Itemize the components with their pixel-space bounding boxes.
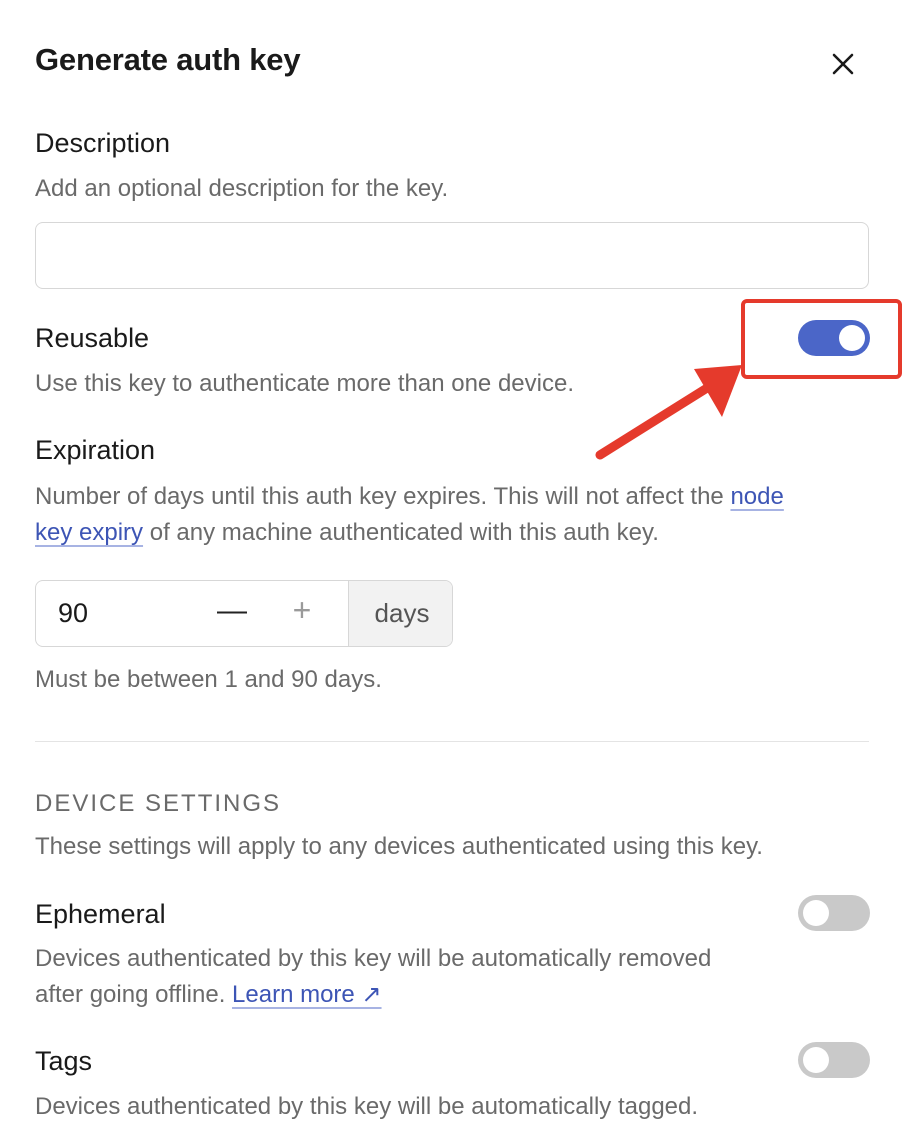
- expiration-help-text-cont: of any machine authenticated with this a…: [143, 519, 659, 546]
- toggle-knob: [803, 900, 829, 926]
- close-icon[interactable]: [826, 47, 860, 81]
- description-heading: Description: [35, 128, 171, 158]
- tags-toggle[interactable]: [798, 1042, 870, 1078]
- expiration-days-input[interactable]: 90: [58, 598, 88, 629]
- expiration-help-text: Number of days until this auth key expir…: [35, 483, 731, 510]
- decrement-button[interactable]: —: [212, 594, 252, 628]
- dialog-title: Generate auth key: [35, 42, 301, 77]
- node-key-expiry-link[interactable]: node: [730, 483, 783, 510]
- learn-more-link[interactable]: Learn more ↗: [232, 981, 382, 1008]
- device-settings-title: DEVICE SETTINGS: [35, 790, 282, 817]
- ephemeral-help-text: after going offline.: [35, 981, 233, 1008]
- ephemeral-heading: Ephemeral: [35, 899, 166, 929]
- device-settings-help: These settings will apply to any devices…: [35, 833, 763, 860]
- tags-heading: Tags: [35, 1046, 93, 1076]
- ephemeral-help-line2: after going offline. Learn more ↗: [35, 977, 795, 1013]
- expiration-help-line2: key expiry of any machine authenticated …: [35, 515, 875, 551]
- expiration-help-line1: Number of days until this auth key expir…: [35, 479, 875, 515]
- ephemeral-toggle[interactable]: [798, 895, 870, 931]
- reusable-heading: Reusable: [35, 323, 150, 353]
- node-key-expiry-link-cont[interactable]: key expiry: [35, 519, 143, 546]
- expiration-note: Must be between 1 and 90 days.: [35, 666, 382, 693]
- toggle-knob: [803, 1047, 829, 1073]
- description-input[interactable]: [35, 222, 869, 289]
- reusable-help: Use this key to authenticate more than o…: [35, 370, 574, 397]
- tags-help: Devices authenticated by this key will b…: [35, 1093, 699, 1120]
- ephemeral-help-line1: Devices authenticated by this key will b…: [35, 945, 712, 972]
- expiration-heading: Expiration: [35, 435, 156, 465]
- annotation-highlight-box: [741, 299, 902, 379]
- increment-button[interactable]: +: [282, 592, 322, 629]
- expiration-help: Number of days until this auth key expir…: [35, 479, 875, 551]
- divider: [35, 741, 869, 742]
- expiration-stepper: 90 — + days: [35, 580, 453, 647]
- days-unit-label: days: [348, 581, 452, 646]
- description-help: Add an optional description for the key.: [35, 175, 449, 202]
- ephemeral-help: Devices authenticated by this key will b…: [35, 941, 795, 1013]
- annotation-arrow-icon: [595, 365, 742, 460]
